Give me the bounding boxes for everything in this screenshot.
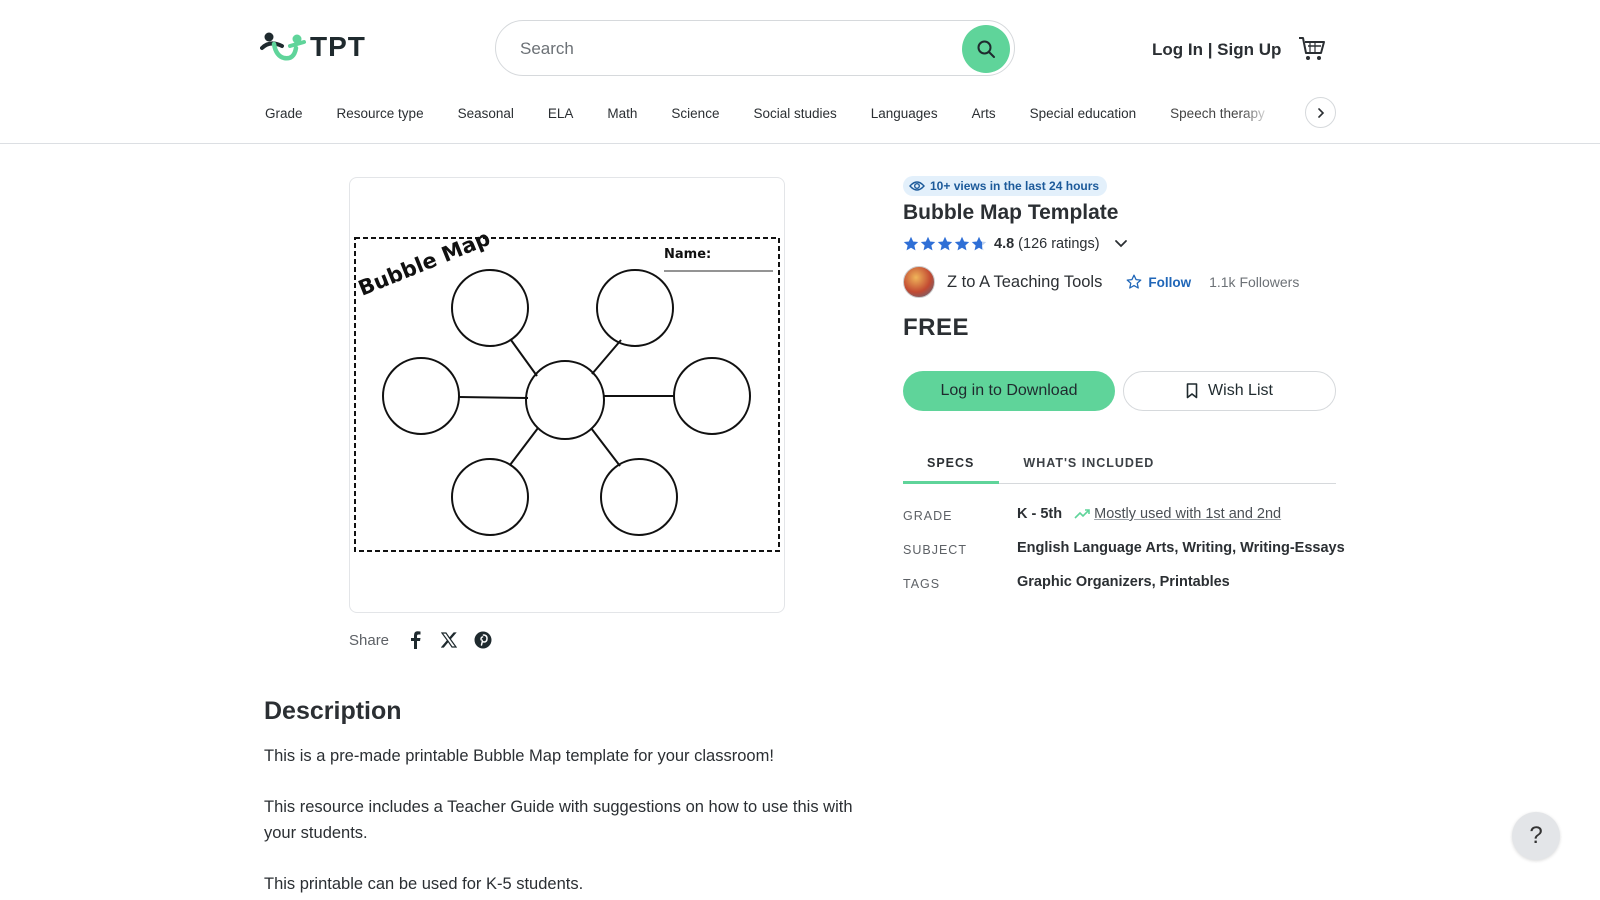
- tpt-figure-icon: [260, 32, 306, 61]
- grade-value[interactable]: K - 5th: [1017, 506, 1062, 522]
- spec-label-grade: GRADE: [903, 509, 953, 523]
- nav-item-math[interactable]: Math: [607, 106, 637, 121]
- nav-item-grade[interactable]: Grade: [265, 106, 303, 121]
- search-input[interactable]: [520, 35, 940, 63]
- bookmark-icon: [1186, 383, 1198, 399]
- nav-item-languages[interactable]: Languages: [871, 106, 938, 121]
- followers-count: 1.1k Followers: [1209, 274, 1300, 290]
- nav-item-special-education[interactable]: Special education: [1030, 106, 1137, 121]
- search-bar: [495, 20, 1015, 76]
- views-badge: 10+ views in the last 24 hours: [903, 176, 1108, 196]
- product-title: Bubble Map Template: [903, 201, 1119, 224]
- tags-value[interactable]: Graphic Organizers, Printables: [1017, 574, 1230, 590]
- nav-scroll-right-button[interactable]: [1305, 97, 1336, 128]
- rating-row: 4.8 (126 ratings): [903, 236, 1128, 252]
- follow-label: Follow: [1148, 274, 1192, 290]
- x-twitter-icon[interactable]: [439, 630, 459, 650]
- price: FREE: [903, 314, 970, 341]
- seller-row: Z to A Teaching Tools Follow 1.1k Follow…: [903, 266, 1299, 298]
- spec-label-subject: SUBJECT: [903, 543, 967, 557]
- search-icon: [977, 40, 995, 58]
- login-signup-link[interactable]: Log In | Sign Up: [1152, 40, 1281, 60]
- product-preview-image[interactable]: Bubble Map Name:: [349, 177, 785, 613]
- specs-table: GRADE K - 5th Mostly used with 1st and 2…: [903, 506, 1353, 608]
- chevron-right-icon: [1317, 107, 1324, 118]
- spec-row-tags: TAGS Graphic Organizers, Printables: [903, 574, 1353, 608]
- star-icon: [903, 236, 919, 251]
- nav-item-arts[interactable]: Arts: [972, 106, 996, 121]
- pinterest-icon[interactable]: [473, 630, 493, 650]
- tab-whats-included[interactable]: WHAT'S INCLUDED: [999, 446, 1179, 484]
- cart-button[interactable]: [1298, 36, 1326, 67]
- bubble-map-preview: Bubble Map Name:: [354, 226, 780, 552]
- star-rating: [903, 236, 987, 252]
- login-to-download-button[interactable]: Log in to Download: [903, 371, 1115, 411]
- spec-value-grade: K - 5th Mostly used with 1st and 2nd: [1017, 506, 1281, 522]
- preview-name-label: Name:: [664, 247, 711, 262]
- seller-avatar[interactable]: [903, 266, 935, 298]
- site-header: TPT Log In | Sign Up Grade Resource type…: [0, 0, 1600, 144]
- share-label: Share: [349, 631, 390, 649]
- star-icon: [937, 236, 953, 251]
- wish-list-button[interactable]: Wish List: [1123, 371, 1336, 411]
- chevron-down-icon[interactable]: [1114, 239, 1128, 249]
- star-icon: [954, 236, 970, 251]
- help-button[interactable]: ?: [1512, 812, 1560, 860]
- search-button[interactable]: [962, 25, 1010, 73]
- nav-item-ela[interactable]: ELA: [548, 106, 574, 121]
- tpt-logo[interactable]: TPT: [260, 30, 366, 64]
- nav-item-speech-therapy[interactable]: Speech therapy: [1170, 106, 1272, 121]
- spec-label-tags: TAGS: [903, 577, 941, 591]
- nav-item-seasonal[interactable]: Seasonal: [458, 106, 514, 121]
- category-nav: Grade Resource type Seasonal ELA Math Sc…: [265, 102, 1272, 124]
- nav-item-science[interactable]: Science: [671, 106, 719, 121]
- description-paragraph: This is a pre-made printable Bubble Map …: [264, 747, 774, 765]
- product-tabs: SPECS WHAT'S INCLUDED: [903, 446, 1336, 484]
- description-title: Description: [264, 697, 402, 725]
- nav-item-resource-type[interactable]: Resource type: [337, 106, 424, 121]
- description-paragraph: This printable can be used for K-5 stude…: [264, 875, 584, 893]
- eye-icon: [909, 181, 925, 191]
- rating-count[interactable]: (126 ratings): [1018, 236, 1099, 252]
- star-half-icon: [971, 236, 987, 251]
- spec-value-subject[interactable]: English Language Arts, Writing, Writing-…: [1017, 540, 1345, 556]
- trending-up-icon: [1074, 509, 1090, 519]
- description-paragraph: This resource includes a Teacher Guide w…: [264, 798, 853, 842]
- rating-value: 4.8: [994, 236, 1015, 252]
- spec-row-subject: SUBJECT English Language Arts, Writing, …: [903, 540, 1353, 574]
- cart-icon: [1299, 37, 1325, 60]
- logo-text: TPT: [310, 31, 366, 62]
- star-icon: [920, 236, 936, 251]
- nav-item-social-studies[interactable]: Social studies: [753, 106, 836, 121]
- grade-note[interactable]: Mostly used with 1st and 2nd: [1074, 506, 1281, 522]
- share-row: Share: [349, 630, 493, 650]
- tab-specs[interactable]: SPECS: [903, 446, 1000, 484]
- spec-row-grade: GRADE K - 5th Mostly used with 1st and 2…: [903, 506, 1353, 540]
- star-outline-icon: [1126, 274, 1142, 289]
- spec-value-tags[interactable]: Graphic Organizers, Printables: [1017, 574, 1230, 590]
- grade-note-text: Mostly used with 1st and 2nd: [1094, 506, 1282, 522]
- views-badge-text: 10+ views in the last 24 hours: [930, 179, 1100, 193]
- follow-button[interactable]: Follow: [1126, 274, 1191, 290]
- facebook-icon[interactable]: [405, 630, 425, 650]
- subject-value[interactable]: English Language Arts, Writing, Writing-…: [1017, 540, 1345, 556]
- seller-name[interactable]: Z to A Teaching Tools: [947, 273, 1102, 292]
- wish-list-label: Wish List: [1208, 382, 1273, 399]
